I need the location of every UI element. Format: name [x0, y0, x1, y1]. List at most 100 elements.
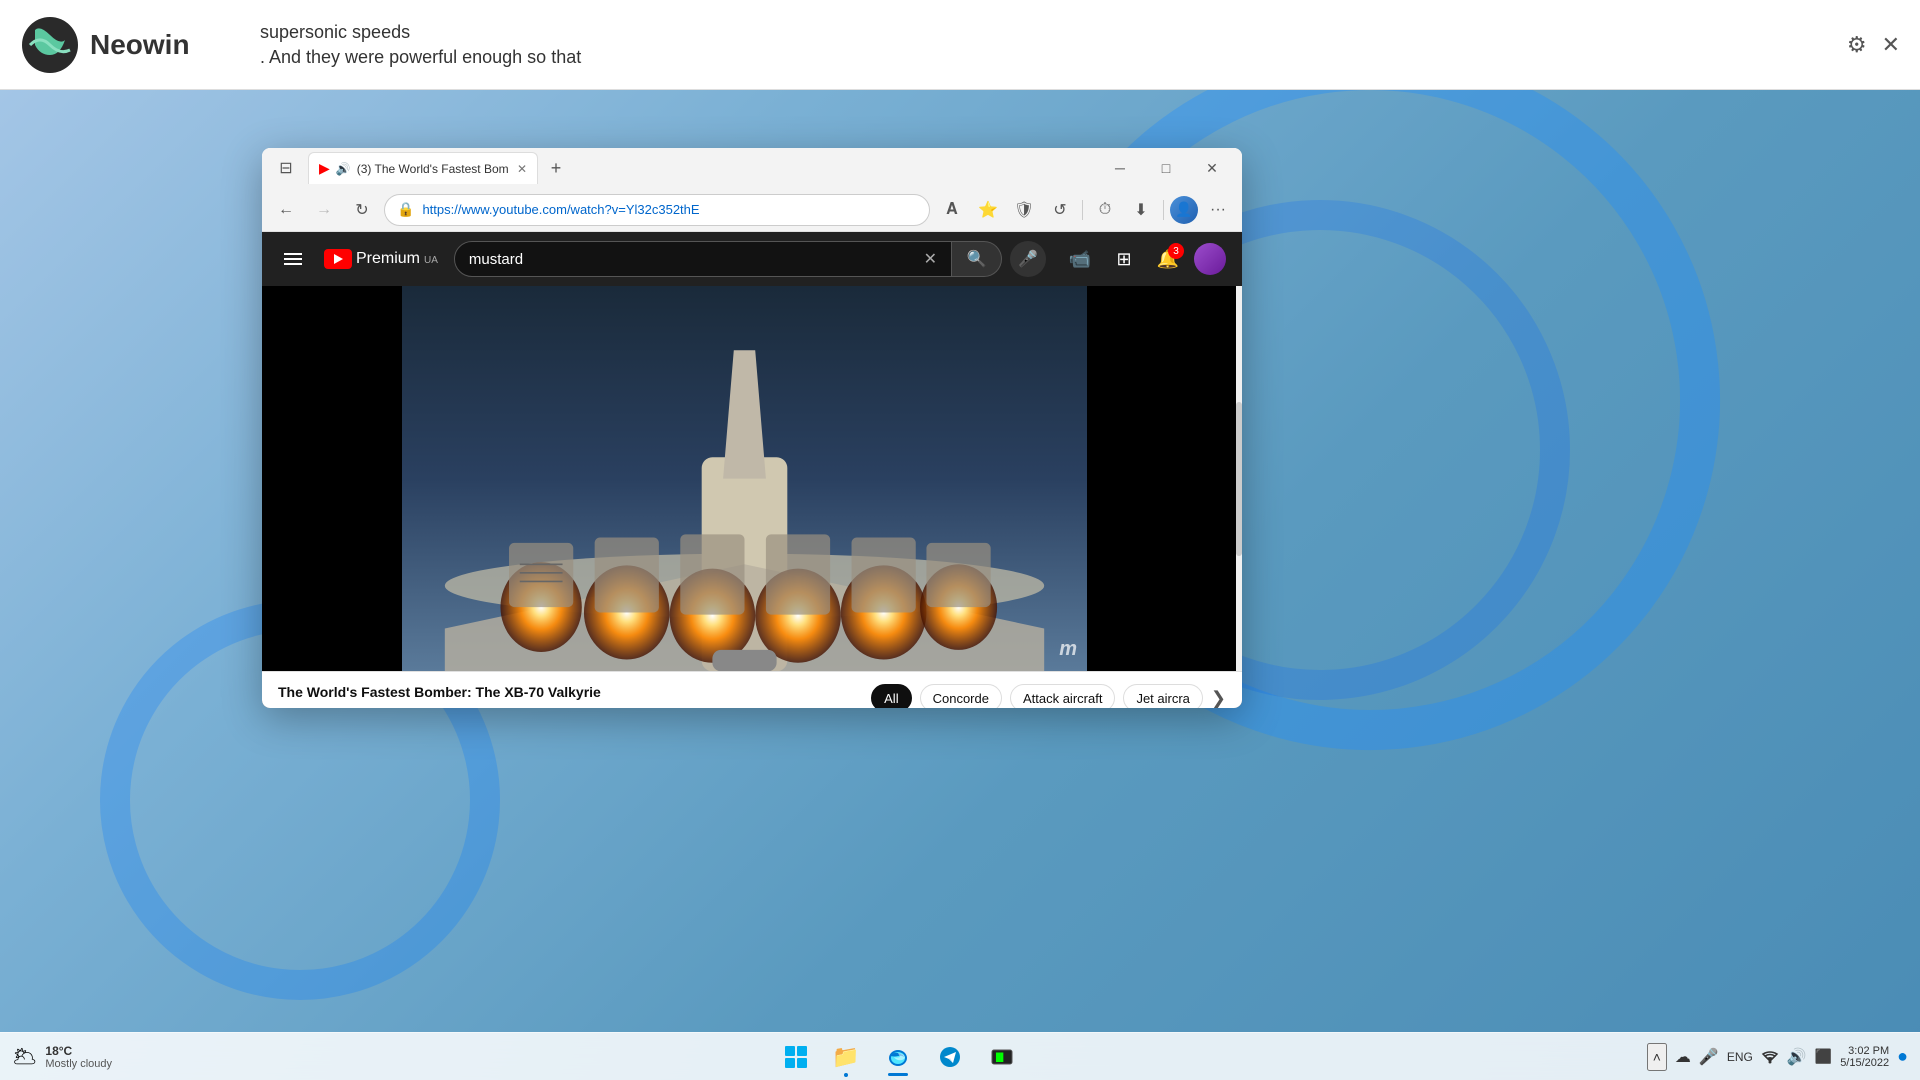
weather-description: Mostly cloudy: [45, 1058, 112, 1070]
video-letterbox-right: [1087, 286, 1242, 671]
maximize-button[interactable]: □: [1144, 152, 1188, 184]
back-button[interactable]: ←: [270, 194, 302, 226]
new-tab-button[interactable]: +: [542, 154, 570, 182]
yt-create-button[interactable]: 📹: [1062, 241, 1098, 277]
notification-actions: ⚙ ✕: [1847, 32, 1900, 58]
downloads-button[interactable]: ⬇: [1125, 194, 1157, 226]
terminal-icon: █▌: [991, 1046, 1013, 1068]
volume-icon[interactable]: 🔊: [1787, 1047, 1807, 1067]
neowin-logo: Neowin: [20, 15, 240, 75]
wifi-icon[interactable]: [1761, 1050, 1779, 1064]
yt-logo-icon: [324, 249, 352, 269]
usb-icon[interactable]: ⬛: [1815, 1048, 1832, 1065]
start-button[interactable]: [776, 1037, 816, 1077]
active-tab[interactable]: ▶ 🔊 (3) The World's Fastest Bom ✕: [308, 152, 538, 184]
yt-search-input[interactable]: [469, 251, 916, 268]
notification-line2: . And they were powerful enough so that: [260, 47, 1827, 68]
edge-icon: [887, 1046, 909, 1068]
toolbar-icons: 𝐀 ⭐ 🛡 ↺ ⏱ ⬇ 👤 ···: [936, 194, 1234, 226]
filter-jet-aircraft-chip[interactable]: Jet aircra: [1123, 684, 1202, 708]
yt-menu-button[interactable]: [278, 247, 308, 271]
tab-title: (3) The World's Fastest Bom: [357, 162, 511, 176]
tab-close-button[interactable]: ✕: [517, 162, 527, 176]
browser-shield-button[interactable]: 🛡: [1008, 194, 1040, 226]
yt-search-button[interactable]: 🔍: [952, 241, 1002, 277]
notification-dot[interactable]: ●: [1897, 1046, 1908, 1067]
address-bar-wrapper[interactable]: 🔒: [384, 194, 930, 226]
video-area: m The World's Fastest Bomber: The XB-70 …: [262, 286, 1242, 708]
edge-browser-button[interactable]: [876, 1035, 920, 1079]
filter-attack-aircraft-chip[interactable]: Attack aircraft: [1010, 684, 1115, 708]
youtube-content: Premium UA ✕ 🔍 🎤 📹: [262, 232, 1242, 708]
tab-favicon: ▶: [319, 160, 330, 177]
refresh-button[interactable]: ↻: [346, 194, 378, 226]
filter-chips: All Concorde Attack aircraft Jet aircra …: [871, 684, 1226, 708]
read-aloud-button[interactable]: 𝐀: [936, 194, 968, 226]
video-letterbox-left: [262, 286, 402, 671]
yt-apps-button[interactable]: ⊞: [1106, 241, 1142, 277]
weather-text: 18°C Mostly cloudy: [45, 1044, 112, 1070]
video-player[interactable]: m: [262, 286, 1242, 671]
sidebar-toggle-button[interactable]: ⊟: [270, 152, 302, 184]
notification-close-button[interactable]: ✕: [1882, 32, 1900, 58]
favorites-button[interactable]: ⭐: [972, 194, 1004, 226]
history-button[interactable]: ⏱: [1089, 194, 1121, 226]
yt-ua-label: UA: [424, 255, 438, 266]
weather-temperature: 18°C: [45, 1044, 112, 1058]
notification-badge: 3: [1168, 243, 1184, 259]
immersive-reader-button[interactable]: ↺: [1044, 194, 1076, 226]
taskbar-center: 📁 █▌: [180, 1035, 1620, 1079]
browser-titlebar: ⊟ ▶ 🔊 (3) The World's Fastest Bom ✕ + ─ …: [262, 148, 1242, 188]
profile-avatar[interactable]: 👤: [1170, 196, 1198, 224]
tray-overflow-button[interactable]: ˄: [1647, 1043, 1667, 1071]
notification-content: supersonic speeds . And they were powerf…: [240, 22, 1847, 68]
notification-settings-button[interactable]: ⚙: [1847, 32, 1867, 58]
create-icon: 📹: [1069, 249, 1091, 270]
yt-play-icon: [334, 254, 343, 264]
file-explorer-button[interactable]: 📁: [824, 1035, 868, 1079]
scrollbar-thumb: [1236, 402, 1242, 556]
menu-line-1: [284, 253, 302, 255]
taskbar-left: 🌥 18°C Mostly cloudy: [0, 1044, 180, 1070]
yt-profile-avatar[interactable]: [1194, 243, 1226, 275]
yt-header-actions: 📹 ⊞ 🔔 3: [1062, 241, 1226, 277]
language-indicator[interactable]: ENG: [1727, 1050, 1753, 1064]
scrollbar-track[interactable]: [1236, 286, 1242, 671]
mic-icon[interactable]: 🎤: [1699, 1047, 1719, 1067]
video-title: The World's Fastest Bomber: The XB-70 Va…: [278, 684, 601, 700]
minimize-button[interactable]: ─: [1098, 152, 1142, 184]
yt-mic-button[interactable]: 🎤: [1010, 241, 1046, 277]
taskbar-right: ˄ ☁ 🎤 ENG 🔊 ⬛ 3:02 PM 5/15/2022 ●: [1620, 1043, 1920, 1071]
forward-button[interactable]: →: [308, 194, 340, 226]
cloud-icon[interactable]: ☁: [1675, 1047, 1691, 1067]
taskbar: 🌥 18°C Mostly cloudy 📁: [0, 1032, 1920, 1080]
yt-search-clear-button[interactable]: ✕: [924, 249, 937, 269]
file-explorer-indicator: [844, 1073, 848, 1077]
yt-logo[interactable]: Premium UA: [324, 249, 438, 269]
yt-notification-button[interactable]: 🔔 3: [1150, 241, 1186, 277]
address-bar[interactable]: [422, 202, 917, 217]
more-options-button[interactable]: ···: [1202, 194, 1234, 226]
filter-concorde-chip[interactable]: Concorde: [920, 684, 1002, 708]
apps-icon: ⊞: [1116, 249, 1131, 270]
close-button[interactable]: ✕: [1190, 152, 1234, 184]
lock-icon: 🔒: [397, 201, 414, 218]
notification-bar: Neowin supersonic speeds . And they were…: [0, 0, 1920, 90]
yt-premium-label: Premium: [356, 250, 420, 268]
system-icons: ☁ 🎤 ENG 🔊 ⬛: [1675, 1047, 1832, 1067]
filter-more-button[interactable]: ❯: [1211, 688, 1226, 708]
telegram-button[interactable]: [928, 1035, 972, 1079]
terminal-button[interactable]: █▌: [980, 1035, 1024, 1079]
yt-search-box[interactable]: ✕: [454, 241, 952, 277]
windows-logo: [785, 1046, 807, 1068]
datetime[interactable]: 3:02 PM 5/15/2022: [1840, 1045, 1889, 1069]
filter-all-chip[interactable]: All: [871, 684, 911, 708]
svg-text:█▌: █▌: [995, 1052, 1006, 1062]
notification-line1: supersonic speeds: [260, 22, 1827, 43]
menu-line-2: [284, 258, 302, 260]
tab-audio-icon: 🔊: [336, 162, 351, 176]
weather-widget[interactable]: 🌥 18°C Mostly cloudy: [12, 1044, 112, 1070]
window-controls: ─ □ ✕: [1098, 152, 1234, 184]
edge-active-indicator: [888, 1073, 908, 1076]
site-name: Neowin: [90, 29, 190, 61]
